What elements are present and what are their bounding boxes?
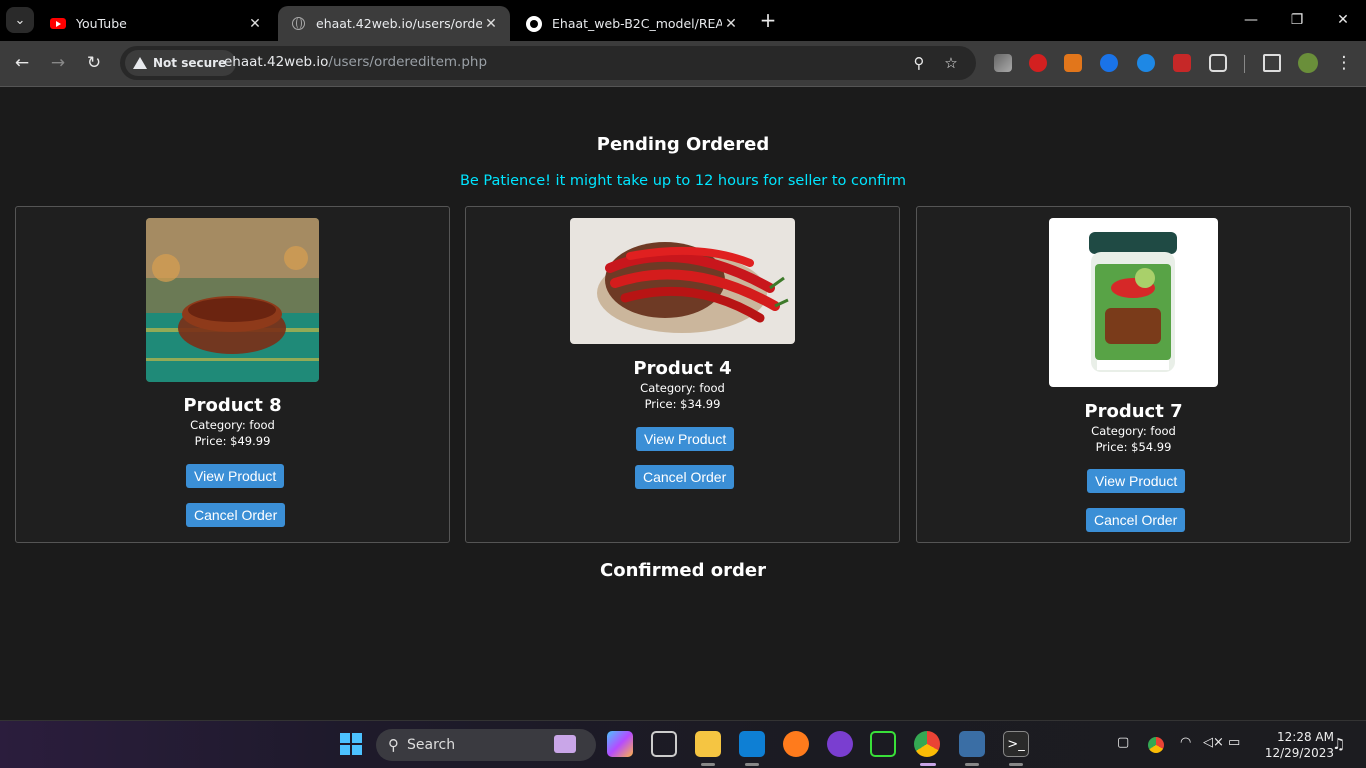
tab-title: ehaat.42web.io/users/orderedit xyxy=(316,16,482,31)
metamask-icon[interactable] xyxy=(1064,54,1082,72)
confirmed-orders-heading: Confirmed order xyxy=(600,560,766,581)
side-panel-icon[interactable] xyxy=(1263,54,1281,72)
taskbar-search[interactable]: ⚲ Search xyxy=(376,729,596,761)
taskbar-indicator xyxy=(965,763,979,766)
product-name: Product 7 xyxy=(1084,401,1183,422)
order-card: Product 8 Category: food Price: $49.99 V… xyxy=(15,206,450,543)
taskbar-indicator xyxy=(1009,763,1023,766)
chrome-icon[interactable] xyxy=(914,731,940,757)
order-card: Product 7 Category: food Price: $54.99 V… xyxy=(916,206,1351,543)
url-path: /users/ordereditem.php xyxy=(328,54,488,70)
product-category: Category: food xyxy=(190,418,275,432)
tray-chrome-icon[interactable] xyxy=(1148,737,1164,753)
product-name: Product 4 xyxy=(633,358,732,379)
notification-bell-icon[interactable]: ♫ xyxy=(1332,735,1345,753)
product-price: Price: $49.99 xyxy=(194,434,271,448)
extension-red-square-icon[interactable] xyxy=(1173,54,1191,72)
taskbar-indicator xyxy=(701,763,715,766)
chevron-down-icon: ⌄ xyxy=(14,12,26,28)
product-category: Category: food xyxy=(1091,424,1176,438)
wifi-icon[interactable]: ◠ xyxy=(1180,735,1191,750)
file-explorer-icon[interactable] xyxy=(695,731,721,757)
close-icon[interactable]: ✕ xyxy=(722,16,740,32)
search-highlight-icon xyxy=(554,735,576,753)
page-content: Pending Ordered Be Patience! it might ta… xyxy=(0,88,1366,720)
url-text[interactable]: ehaat.42web.io/users/ordereditem.php xyxy=(224,54,487,70)
extension-icon[interactable] xyxy=(994,54,1012,72)
security-chip[interactable]: Not secure xyxy=(125,50,237,76)
new-tab-button[interactable]: + xyxy=(758,8,778,32)
extension-red-icon[interactable] xyxy=(1029,54,1047,72)
tor-browser-icon[interactable] xyxy=(827,731,853,757)
youtube-icon xyxy=(50,16,66,32)
view-product-button[interactable]: View Product xyxy=(186,464,285,488)
vscode-icon[interactable] xyxy=(739,731,765,757)
close-icon[interactable]: ✕ xyxy=(482,16,500,32)
tab-search-button[interactable]: ⌄ xyxy=(6,7,34,33)
cancel-order-button[interactable]: Cancel Order xyxy=(635,465,735,489)
battery-icon[interactable]: ▭ xyxy=(1228,735,1240,750)
address-bar[interactable]: Not secure ehaat.42web.io/users/orderedi… xyxy=(120,46,976,80)
product-image-pickle-bowl xyxy=(146,218,319,382)
product-price: Price: $54.99 xyxy=(1095,440,1172,454)
tab-title: Ehaat_web-B2C_model/READM xyxy=(552,16,722,31)
view-product-button[interactable]: View Product xyxy=(1087,469,1186,493)
tab-github-readme[interactable]: Ehaat_web-B2C_model/READM ✕ xyxy=(514,6,750,41)
app-green-icon[interactable] xyxy=(870,731,896,757)
product-name: Product 8 xyxy=(183,395,282,416)
toolbar-divider xyxy=(1244,55,1245,73)
product-price: Price: $34.99 xyxy=(644,397,721,411)
firefox-icon[interactable] xyxy=(783,731,809,757)
profile-avatar[interactable] xyxy=(1298,53,1318,73)
extension-blue-icon[interactable] xyxy=(1100,54,1118,72)
resource-monitor-icon[interactable] xyxy=(959,731,985,757)
cancel-order-button[interactable]: Cancel Order xyxy=(186,503,286,527)
tab-strip: ⌄ YouTube ✕ ehaat.42web.io/users/ordered… xyxy=(0,0,1366,41)
restore-button[interactable]: ❐ xyxy=(1274,0,1320,40)
github-icon xyxy=(526,15,542,32)
view-product-button[interactable]: View Product xyxy=(636,427,735,451)
tab-youtube[interactable]: YouTube ✕ xyxy=(38,6,274,41)
minimize-button[interactable]: — xyxy=(1228,0,1274,40)
search-icon: ⚲ xyxy=(388,736,399,754)
taskbar-indicator-active xyxy=(920,763,936,766)
product-image-red-chillies xyxy=(570,218,795,344)
taskbar-indicator xyxy=(745,763,759,766)
taskbar: ⚲ Search >_ ▢ ◠ ◁× ▭ 12:28 AM 12/29/2023… xyxy=(0,720,1366,768)
tab-title: YouTube xyxy=(76,16,127,31)
copilot-icon[interactable] xyxy=(607,731,633,757)
volume-muted-icon[interactable]: ◁× xyxy=(1203,735,1224,750)
cancel-order-button[interactable]: Cancel Order xyxy=(1086,508,1186,532)
menu-kebab-icon[interactable]: ⋮ xyxy=(1330,49,1358,77)
globe-icon xyxy=(290,16,306,32)
notice-text: Be Patience! it might take up to 12 hour… xyxy=(459,173,907,189)
clock-date: 12/29/2023 xyxy=(1264,746,1334,760)
warning-icon xyxy=(133,57,147,69)
bookmark-star-icon[interactable]: ☆ xyxy=(940,52,962,74)
forward-button[interactable]: → xyxy=(44,49,72,77)
search-label: Search xyxy=(407,737,456,753)
reload-button[interactable]: ↻ xyxy=(80,49,108,77)
product-category: Category: food xyxy=(640,381,725,395)
system-clock[interactable]: 12:28 AM 12/29/2023 xyxy=(1254,729,1334,761)
clock-time: 12:28 AM xyxy=(1277,730,1334,744)
back-button[interactable]: ← xyxy=(8,49,36,77)
terminal-icon[interactable]: >_ xyxy=(1003,731,1029,757)
order-card: Product 4 Category: food Price: $34.99 V… xyxy=(465,206,900,543)
window-close-button[interactable]: ✕ xyxy=(1320,0,1366,40)
browser-toolbar: ← → ↻ Not secure ehaat.42web.io/users/or… xyxy=(0,41,1366,87)
zoom-icon[interactable]: ⚲ xyxy=(908,52,930,74)
windows-start-icon[interactable] xyxy=(338,731,364,757)
product-image-mango-pickle-jar xyxy=(1049,218,1218,387)
close-icon[interactable]: ✕ xyxy=(246,16,264,32)
extension-play-icon[interactable] xyxy=(1137,54,1155,72)
tab-ordereditem[interactable]: ehaat.42web.io/users/orderedit ✕ xyxy=(278,6,510,41)
pending-orders-heading: Pending Ordered xyxy=(596,134,770,155)
security-label: Not secure xyxy=(153,56,227,70)
tray-overflow-icon[interactable]: ▢ xyxy=(1117,735,1129,750)
url-host: ehaat.42web.io xyxy=(224,54,329,70)
task-view-icon[interactable] xyxy=(651,731,677,757)
extensions-puzzle-icon[interactable] xyxy=(1209,54,1227,72)
